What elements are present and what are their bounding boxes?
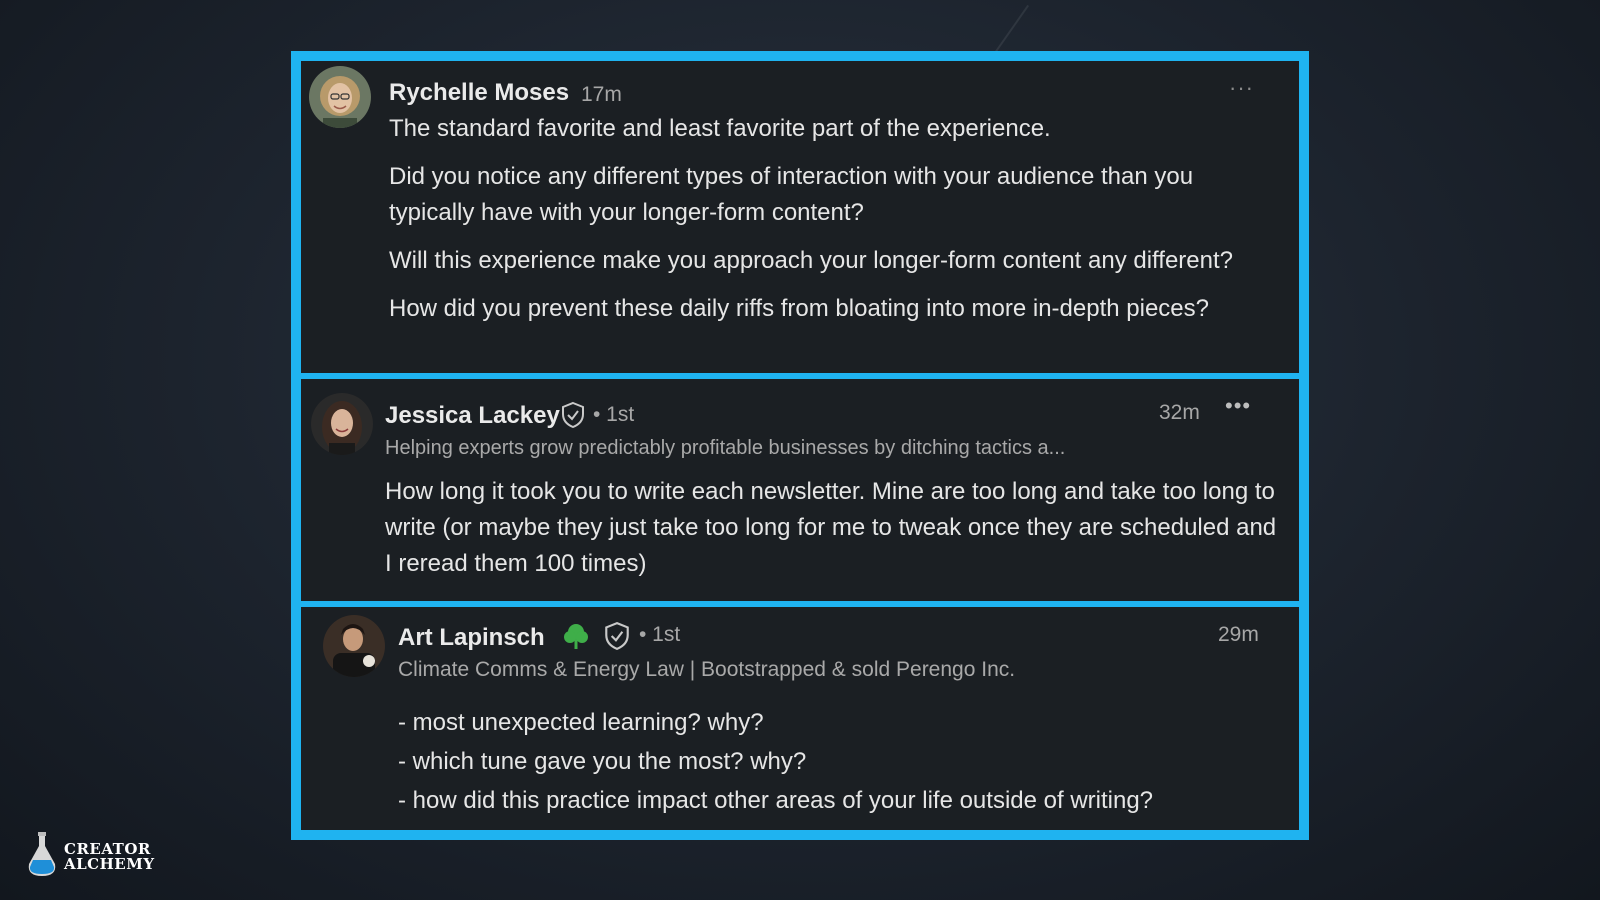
verified-shield-icon [560,401,586,434]
comment-body: How long it took you to write each newsl… [385,478,1277,577]
comment-time: 32m [1159,401,1200,424]
avatar-jessica-lackey[interactable] [311,393,373,455]
comment-time: 29m [1218,623,1259,646]
author-name[interactable]: Jessica Lackey [385,402,560,430]
comment-line: - most unexpected learning? why? [398,709,764,736]
author-headline: Helping experts grow predictably profita… [385,437,1066,459]
comment-art-lapinsch: Art Lapinsch • 1st 29m Climate Comms & E… [301,607,1299,830]
avatar-art-lapinsch[interactable] [323,615,385,677]
background-streak [992,4,1030,56]
connection-degree: • 1st [639,623,681,646]
author-headline: Climate Comms & Energy Law | Bootstrappe… [398,658,1016,681]
avatar-rychelle-moses[interactable] [309,66,371,128]
more-options-icon[interactable]: ··· [1229,77,1254,99]
comment-line: - which tune gave you the most? why? [398,748,807,775]
potion-flask-icon [26,830,58,883]
comments-frame: Rychelle Moses 17m ··· The standard favo… [291,51,1309,840]
comment-body: The standard favorite and least favorite… [389,111,1279,339]
logo-text: CREATOR ALCHEMY [64,841,155,873]
more-options-icon[interactable]: ••• [1225,395,1251,417]
comment-rychelle-moses: Rychelle Moses 17m ··· The standard favo… [301,61,1299,373]
comment-body: - most unexpected learning? why? - which… [398,703,1278,820]
comment-paragraph: Will this experience make you approach y… [389,247,1233,274]
logo-line-2: ALCHEMY [64,854,155,873]
verified-shield-icon [603,621,631,656]
comment-paragraph: The standard favorite and least favorite… [389,115,1051,142]
comment-jessica-lackey: Jessica Lackey • 1st 32m ••• Helping exp… [301,379,1299,601]
comment-line: - how did this practice impact other are… [398,787,1154,814]
comment-time: 17m [581,83,622,106]
author-name[interactable]: Art Lapinsch [398,624,545,652]
connection-degree: • 1st [593,403,635,426]
author-name[interactable]: Rychelle Moses [389,79,569,107]
comment-paragraph: How did you prevent these daily riffs fr… [389,295,1209,322]
tree-icon [563,621,589,656]
comment-paragraph: Did you notice any different types of in… [389,163,1194,226]
creator-alchemy-logo: CREATOR ALCHEMY [26,830,155,883]
